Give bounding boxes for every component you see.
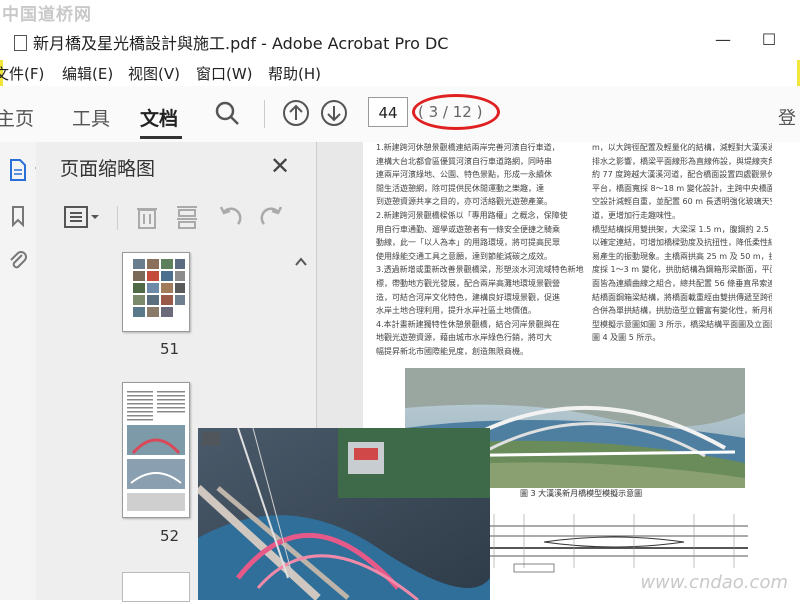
options-menu-icon[interactable] xyxy=(62,202,102,232)
menu-file[interactable]: 文件(F) xyxy=(0,63,44,84)
document-text-line: 3.透過新增或重新改善景觀橋梁，形塑淡水河流域特色新地 xyxy=(376,265,584,275)
active-tab-indicator xyxy=(140,136,182,139)
document-text-line: 排水之影響，橋梁平面線形為直線佈設，與堤線夾角 xyxy=(592,156,772,166)
title-bar: 中国道桥网 新月橋及星光橋設計與施工.pdf - Adobe Acrobat P… xyxy=(0,0,800,60)
delete-icon[interactable] xyxy=(132,202,162,232)
close-icon[interactable]: ✕ xyxy=(270,152,290,180)
document-text-line: 標，帶動地方觀光發展，配合兩岸高灘地環境景觀營 xyxy=(376,279,560,288)
menu-edit[interactable]: 编辑(E) xyxy=(62,63,113,84)
attachment-icon[interactable] xyxy=(6,248,30,272)
tab-tools[interactable]: 工具 xyxy=(72,104,110,131)
document-text-line: 到遊憩資源共享之目的，亦可活絡觀光遊憩產業。 xyxy=(376,197,552,207)
document-text-line: 空設計減輕自重，並配置 60 m 長透明強化玻璃天空步 xyxy=(592,197,772,207)
document-text-line: 用自行車通勤、遛學或遊憩者有一條安全便捷之騎乘 xyxy=(376,224,560,234)
rotate-right-icon[interactable] xyxy=(256,202,286,232)
previous-page-icon[interactable] xyxy=(281,98,311,128)
document-text-line: 4.本計畫新建獨特性休憩景觀橋，結合河岸景觀與在 xyxy=(376,319,560,329)
document-text-line: 橋型結構採用雙拱架，大梁深 1.5 m，腹鋼約 2.5 m xyxy=(592,224,772,234)
document-text-line: 約 77 度跨越大漢溪河道，配合橋面設置四處觀景休憩 xyxy=(592,170,772,180)
tab-home[interactable]: 主页 xyxy=(0,104,34,131)
document-text-line: 1.新建跨河休憩景觀橋連結兩岸完善河濱自行車道， xyxy=(376,143,560,152)
document-text-line: 面皆為連續曲線之組合，總共配置 56 條垂直吊索連 xyxy=(592,279,772,288)
tab-document[interactable]: 文档 xyxy=(140,104,178,131)
thumbnail-toolbar-divider xyxy=(117,206,118,230)
document-text-line: 度採 1～3 m 變化，拱肋結構為鋼箱形梁斷面，平面立 xyxy=(592,265,772,275)
page-thumbnail-52[interactable] xyxy=(122,382,190,518)
document-text-line: 閒生活遊憩網，除可提供民休閒運動之樂趣，達 xyxy=(376,183,544,193)
window-title: 新月橋及星光橋設計與施工.pdf - Adobe Acrobat Pro DC xyxy=(14,30,448,54)
thumbnail-label-52: 52 xyxy=(160,527,180,545)
page-thumbnails-icon[interactable] xyxy=(6,158,30,182)
left-navigation-rail xyxy=(0,142,37,600)
document-text-line: 以確定連結，可增加橋樑勁度及抗扭性，降低柔性結構 xyxy=(592,238,772,248)
toolbar-divider xyxy=(264,100,265,128)
bookmark-icon[interactable] xyxy=(6,204,30,228)
panel-title: 页面缩略图 xyxy=(60,158,156,180)
window-controls: — ☐ xyxy=(700,26,792,52)
document-text-line: 2.新建跨河景觀橋樑係以「專用路權」之概念，保障使 xyxy=(376,211,568,220)
document-text-line: 連構大台北都會區優質河濱自行車道路網，同時串 xyxy=(376,156,552,166)
document-text-line: 道，更增加行走趣味性。 xyxy=(592,211,680,220)
document-text-line: 平台，橋面寬採 8～18 m 變化設計，主跨中央橋面拓寬 xyxy=(592,183,772,193)
maximize-button[interactable]: ☐ xyxy=(746,26,792,52)
page-thumbnail-51[interactable] xyxy=(122,252,190,332)
menu-window[interactable]: 窗口(W) xyxy=(196,63,253,84)
rotate-left-icon[interactable] xyxy=(216,202,246,232)
document-text-line: 幅提昇新北市國際能見度，創造無限商機。 xyxy=(376,347,528,356)
document-text-line: 地觀光遊憩資源，藉由城市水岸綠色行銷，將可大 xyxy=(376,333,552,343)
thumbnail-toolbar xyxy=(52,202,302,236)
watermark-bottom: www.cndao.com xyxy=(640,572,788,593)
bridge-engineering-drawing xyxy=(484,506,748,578)
toolbar-cut-label[interactable]: 登 xyxy=(778,104,796,130)
document-text-line: 易產生的振動現象。主橋兩拱高 25 m 及 50 m，拱肋深 xyxy=(592,251,772,261)
extract-pages-icon[interactable] xyxy=(172,202,202,232)
thumbnail-label-51: 51 xyxy=(160,340,180,358)
document-text-line: 連兩岸河濱綠地、公園、特色景點，形成一永續休 xyxy=(376,170,552,180)
red-highlight-oval xyxy=(412,94,500,130)
document-text-line: 合併為單拱結構，拱肋造型立體富有變化性，新月橋整 xyxy=(592,306,772,316)
document-text-line: 動線，此一「以人為本」的用路環境，將可提高民眾 xyxy=(376,238,560,248)
search-icon[interactable] xyxy=(212,98,242,128)
document-text-line: 造，可結合河岸文化特色，建構良好環境景觀，促進 xyxy=(376,292,560,302)
minimize-button[interactable]: — xyxy=(700,26,746,52)
document-text-line: 使用綠能交通工具之意願，達到節能減碳之成效。 xyxy=(376,251,552,261)
watermark-top: 中国道桥网 xyxy=(2,5,92,25)
menu-help[interactable]: 帮助(H) xyxy=(268,63,321,84)
page-thumbnail-next[interactable] xyxy=(122,572,190,602)
document-icon xyxy=(14,35,27,51)
window-title-text: 新月橋及星光橋設計與施工.pdf - Adobe Acrobat Pro DC xyxy=(33,34,449,53)
menu-view[interactable]: 视图(V) xyxy=(128,63,180,84)
document-text-line: m，以大跨徑配置及輕量化的結構，減輕對大漢溪通洪 xyxy=(592,143,772,152)
figure-caption: 圖 3 大漢溪新月橋模型模擬示意圖 xyxy=(520,489,643,498)
next-page-icon[interactable] xyxy=(319,98,349,128)
document-text-line: 水岸土地合理利用，提升水岸社區土地價值。 xyxy=(376,306,536,316)
document-text-line: 結橋面鋼箱梁結構，將橋面載重經由雙拱傳遞至跨徑中央 xyxy=(592,292,772,302)
page-number-input[interactable]: 44 xyxy=(368,97,408,127)
menu-bar: 文件(F) 编辑(E) 视图(V) 窗口(W) 帮助(H) xyxy=(0,60,800,84)
document-text-line: 圖 4 及圖 5 所示。 xyxy=(592,333,661,343)
bridge-photo-dusk xyxy=(195,427,490,602)
document-text-line: 型模擬示意圖如圖 3 所示，橋梁結構平面圖及立面圖如 xyxy=(592,319,772,329)
